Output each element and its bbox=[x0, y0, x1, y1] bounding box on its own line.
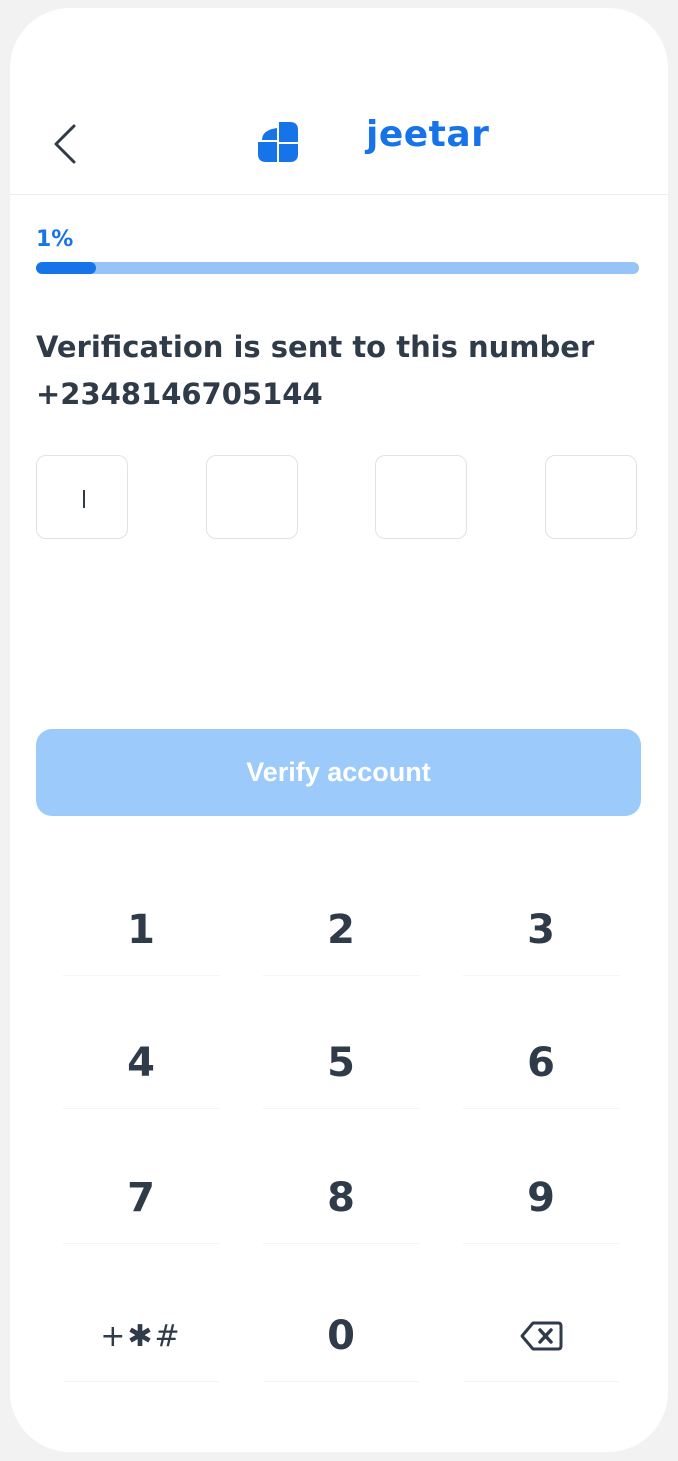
progress-label: 1% bbox=[36, 227, 74, 252]
keypad-key-9[interactable]: 9 bbox=[463, 1153, 619, 1244]
progress-bar bbox=[36, 262, 639, 274]
keypad-key-6[interactable]: 6 bbox=[463, 1018, 619, 1109]
keypad-key-7[interactable]: 7 bbox=[63, 1153, 219, 1244]
header-bar: jeetar bbox=[10, 8, 668, 195]
keypad-key-5[interactable]: 5 bbox=[263, 1018, 419, 1109]
keypad-key-1[interactable]: 1 bbox=[63, 885, 219, 976]
verify-account-button[interactable]: Verify account bbox=[36, 729, 641, 816]
verification-message: Verification is sent to this number +234… bbox=[36, 324, 594, 418]
backspace-icon bbox=[520, 1321, 563, 1351]
phone-number: +2348146705144 bbox=[36, 377, 323, 411]
app-screen: jeetar 1% Verification is sent to this n… bbox=[10, 8, 668, 1452]
keypad-key-symbols[interactable]: +✱# bbox=[63, 1291, 219, 1382]
otp-digit-3[interactable] bbox=[375, 455, 467, 539]
text-cursor bbox=[83, 490, 85, 508]
keypad-key-2[interactable]: 2 bbox=[263, 885, 419, 976]
otp-digit-4[interactable] bbox=[545, 455, 637, 539]
keypad-key-4[interactable]: 4 bbox=[63, 1018, 219, 1109]
otp-digit-1[interactable] bbox=[36, 455, 128, 539]
progress-bar-fill bbox=[36, 262, 97, 274]
jeetar-logo-icon bbox=[258, 122, 298, 162]
keypad-key-3[interactable]: 3 bbox=[463, 885, 619, 976]
chevron-left-icon bbox=[54, 124, 76, 164]
brand-name: jeetar bbox=[366, 114, 490, 155]
otp-digit-2[interactable] bbox=[206, 455, 298, 539]
verification-text: Verification is sent to this number bbox=[36, 330, 595, 364]
back-button[interactable] bbox=[48, 120, 88, 168]
keypad-key-8[interactable]: 8 bbox=[263, 1153, 419, 1244]
keypad-key-0[interactable]: 0 bbox=[263, 1291, 419, 1382]
keypad-backspace-button[interactable] bbox=[463, 1291, 619, 1382]
